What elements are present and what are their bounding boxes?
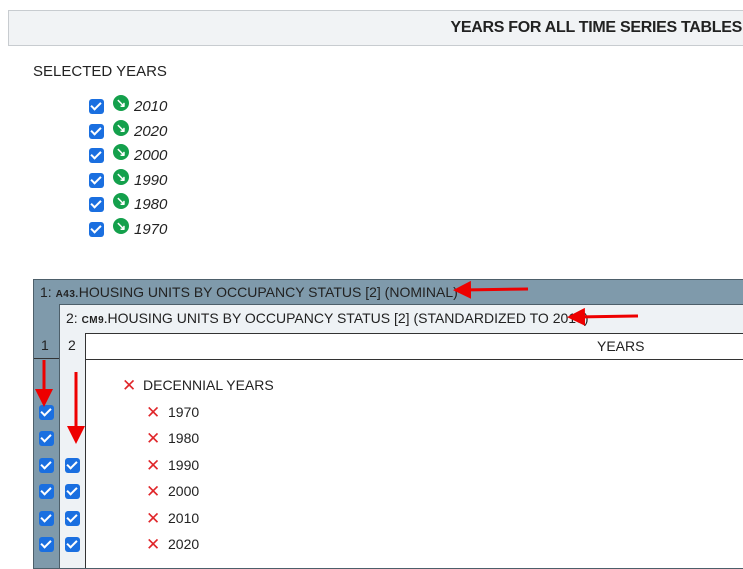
arrow-2 [567, 307, 639, 326]
arrow-1 [453, 280, 529, 299]
annotation-arrows [35, 280, 639, 444]
